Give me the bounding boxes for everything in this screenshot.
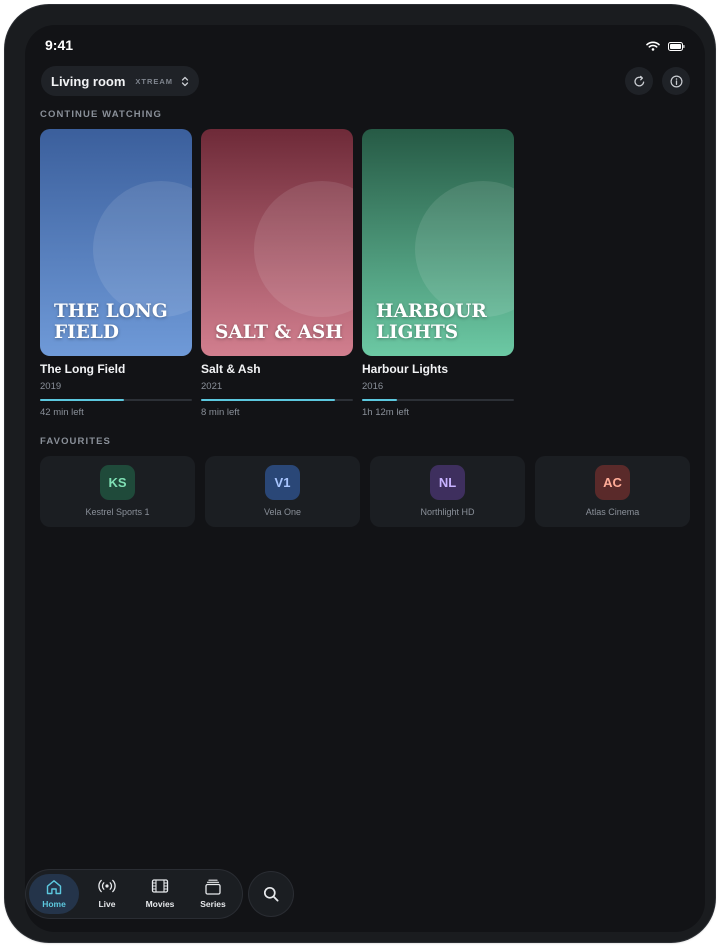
progress-bar: [40, 399, 192, 401]
status-bar: 9:41: [25, 25, 705, 65]
poster-title: The Long Field: [54, 301, 168, 343]
channel-logo: V1: [265, 465, 300, 500]
tab-label: Home: [42, 899, 66, 909]
tab-home[interactable]: Home: [29, 870, 79, 918]
favourites-heading: FAVOURITES: [40, 436, 111, 447]
time-left: 42 min left: [40, 407, 84, 418]
channel-logo: KS: [100, 465, 135, 500]
tab-series[interactable]: Series: [188, 870, 238, 918]
battery-icon: [668, 38, 685, 56]
poster-title: Harbour Lights: [376, 301, 487, 343]
tab-label: Live: [98, 899, 116, 909]
profile-name: Living room: [51, 73, 126, 89]
poster-title: Salt & Ash: [215, 322, 343, 343]
status-icons: [646, 38, 685, 56]
channel-name: Kestrel Sports 1: [85, 507, 150, 517]
favourite-channel-card[interactable]: KS Kestrel Sports 1: [40, 456, 195, 527]
search-button[interactable]: [249, 872, 293, 916]
progress-bar: [362, 399, 514, 401]
poster-decoration: [254, 181, 353, 317]
favourite-channel-card[interactable]: AC Atlas Cinema: [535, 456, 690, 527]
continue-watching-card[interactable]: Harbour Lights Harbour Lights 2016 1h 12…: [362, 129, 514, 418]
title: The Long Field: [40, 362, 126, 376]
poster-decoration: [415, 181, 514, 317]
home-icon: [46, 879, 63, 895]
refresh-button[interactable]: [625, 67, 653, 95]
favourite-channel-card[interactable]: NL Northlight HD: [370, 456, 525, 527]
poster-decoration: [93, 181, 192, 317]
chevron-up-down-icon: [181, 76, 189, 87]
progress-fill: [40, 399, 124, 401]
year: 2016: [362, 381, 384, 392]
channel-name: Vela One: [263, 507, 302, 517]
progress-bar: [201, 399, 353, 401]
channel-name: Atlas Cinema: [585, 507, 640, 517]
title: Salt & Ash: [201, 362, 261, 376]
poster: Harbour Lights: [362, 129, 514, 356]
film-icon: [151, 879, 169, 893]
continue-watching-heading: CONTINUE WATCHING: [40, 109, 162, 120]
info-icon: [669, 74, 683, 88]
stack-icon: [205, 879, 221, 895]
status-time: 9:41: [45, 37, 74, 53]
year: 2021: [201, 381, 223, 392]
tab-label: Series: [200, 899, 226, 909]
info-button[interactable]: [662, 67, 690, 95]
channel-name: Northlight HD: [420, 507, 475, 517]
tab-bar: Home Live Movies Series: [26, 870, 242, 918]
title: Harbour Lights: [362, 362, 448, 376]
continue-watching-card[interactable]: The Long Field The Long Field 2019 42 mi…: [40, 129, 192, 418]
favourite-channel-card[interactable]: V1 Vela One: [205, 456, 360, 527]
channel-logo: NL: [430, 465, 465, 500]
poster: The Long Field: [40, 129, 192, 356]
search-icon: [263, 886, 279, 902]
profile-switcher[interactable]: Living room XTREAM: [41, 66, 199, 96]
profile-type-badge: XTREAM: [135, 76, 174, 86]
device-frame: 9:41 Living room XTREAM CONTINUE WATCHIN…: [5, 5, 715, 942]
poster: Salt & Ash: [201, 129, 353, 356]
tab-live[interactable]: Live: [82, 870, 132, 918]
progress-fill: [201, 399, 335, 401]
tab-movies[interactable]: Movies: [135, 870, 185, 918]
channel-logo: AC: [595, 465, 630, 500]
time-left: 8 min left: [201, 407, 240, 418]
wifi-icon: [646, 38, 660, 56]
time-left: 1h 12m left: [362, 407, 409, 418]
progress-fill: [362, 399, 397, 401]
continue-watching-card[interactable]: Salt & Ash Salt & Ash 2021 8 min left: [201, 129, 353, 418]
year: 2019: [40, 381, 62, 392]
app-screen: 9:41 Living room XTREAM CONTINUE WATCHIN…: [25, 25, 705, 932]
broadcast-icon: [97, 879, 117, 893]
tab-label: Movies: [145, 899, 175, 909]
refresh-icon: [633, 75, 646, 88]
